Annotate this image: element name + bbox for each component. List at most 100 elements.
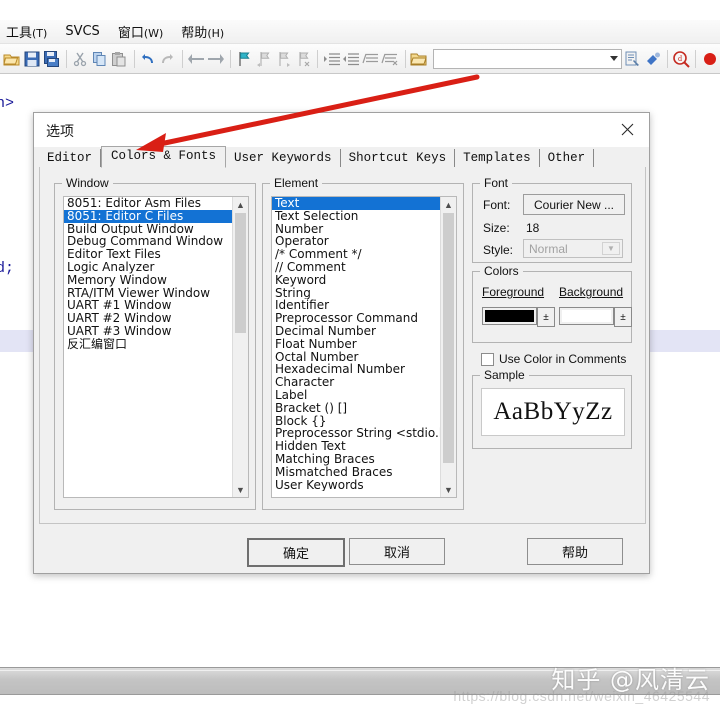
foreground-color-swatch [485, 310, 534, 322]
toolbar-combo[interactable] [433, 48, 622, 69]
list-item[interactable]: Build Output Window [64, 223, 233, 236]
list-item[interactable]: Decimal Number [272, 325, 441, 338]
foreground-color-dropdown[interactable]: ± [537, 307, 555, 327]
style-combobox[interactable]: Normal ▼ [523, 239, 623, 258]
debug-icon[interactable] [643, 48, 662, 70]
list-item[interactable]: 反汇编窗口 [64, 338, 233, 351]
list-item[interactable]: Preprocessor String <stdio.h> [272, 427, 441, 440]
font-group-legend: Font [480, 176, 513, 190]
list-item[interactable]: Bracket () [] [272, 402, 441, 415]
chevron-down-icon[interactable]: ▼ [602, 242, 620, 255]
list-item[interactable]: Hidden Text [272, 440, 441, 453]
back-icon[interactable] [187, 48, 206, 70]
menu-help[interactable]: 帮助(H) [181, 22, 224, 41]
indent-icon[interactable] [322, 48, 341, 70]
list-item[interactable]: RTA/ITM Viewer Window [64, 287, 233, 300]
foreground-color-well[interactable] [482, 307, 537, 325]
list-item[interactable]: Float Number [272, 338, 441, 351]
list-item[interactable]: Debug Command Window [64, 235, 233, 248]
list-item[interactable]: Logic Analyzer [64, 261, 233, 274]
list-item[interactable]: Octal Number [272, 351, 441, 364]
list-item[interactable]: Identifier [272, 299, 441, 312]
scroll-thumb[interactable] [443, 213, 454, 463]
dialog-body: Window 8051: Editor Asm Files 8051: Edit… [39, 167, 646, 524]
menu-window[interactable]: 窗口(W) [118, 22, 163, 41]
toolbar-separator [181, 49, 183, 68]
font-picker-button[interactable]: Courier New ... [523, 194, 625, 215]
use-color-in-comments-checkbox[interactable] [481, 353, 494, 366]
font-label: Font: [483, 198, 511, 212]
tab-templates[interactable]: Templates [455, 149, 540, 168]
list-item[interactable]: User Keywords [272, 479, 441, 492]
list-item[interactable]: UART #1 Window [64, 299, 233, 312]
element-group: Element Text Text Selection Number Opera… [262, 176, 464, 510]
list-item[interactable]: Mismatched Braces [272, 466, 441, 479]
bookmark-next-icon[interactable] [274, 48, 293, 70]
list-item[interactable]: Matching Braces [272, 453, 441, 466]
tab-user-keywords[interactable]: User Keywords [226, 149, 341, 168]
menu-tools[interactable]: 工具(T) [6, 22, 47, 41]
element-listbox[interactable]: Text Text Selection Number Operator /* C… [271, 196, 457, 498]
tab-shortcut-keys[interactable]: Shortcut Keys [341, 149, 456, 168]
bookmark-clear-icon[interactable] [294, 48, 313, 70]
scroll-up-icon[interactable]: ▲ [441, 197, 456, 212]
scroll-up-icon[interactable]: ▲ [233, 197, 248, 212]
list-item[interactable]: 8051: Editor C Files [64, 209, 233, 223]
list-item[interactable]: Operator [272, 235, 441, 248]
list-item[interactable]: Label [272, 389, 441, 402]
list-item[interactable]: Preprocessor Command [272, 312, 441, 325]
list-item[interactable]: Editor Text Files [64, 248, 233, 261]
list-item[interactable]: Text [272, 197, 441, 210]
scroll-down-icon[interactable]: ▼ [441, 482, 456, 497]
close-icon[interactable] [605, 113, 649, 146]
bookmark-prev-icon[interactable] [254, 48, 273, 70]
list-item[interactable]: UART #3 Window [64, 325, 233, 338]
open-folder-icon[interactable] [3, 48, 22, 70]
bookmark-toggle-icon[interactable] [235, 48, 254, 70]
copy-icon[interactable] [90, 48, 109, 70]
element-listbox-scrollbar[interactable]: ▲ ▼ [440, 197, 456, 497]
list-item[interactable]: Text Selection [272, 210, 441, 223]
forward-icon[interactable] [206, 48, 225, 70]
list-item[interactable]: String [272, 287, 441, 300]
font-group: Font Font: Courier New ... Size: 18 Styl… [472, 176, 632, 263]
help-button[interactable]: 帮助 [527, 538, 623, 565]
window-listbox-scrollbar[interactable]: ▲ ▼ [232, 197, 248, 497]
find-in-files-icon[interactable]: d [672, 48, 691, 70]
background-color-dropdown[interactable]: ± [614, 307, 632, 327]
tab-colors-and-fonts[interactable]: Colors & Fonts [101, 146, 227, 168]
uncomment-icon[interactable] [381, 48, 400, 70]
save-icon[interactable] [23, 48, 42, 70]
list-item[interactable]: Character [272, 376, 441, 389]
chevron-down-icon[interactable] [609, 55, 618, 61]
tab-editor[interactable]: Editor [39, 149, 102, 168]
open-project-icon[interactable] [410, 48, 429, 70]
list-item[interactable]: 8051: Editor Asm Files [64, 197, 233, 210]
window-listbox[interactable]: 8051: Editor Asm Files 8051: Editor C Fi… [63, 196, 249, 498]
list-item[interactable]: Block {} [272, 415, 441, 428]
save-all-icon[interactable] [42, 48, 61, 70]
tab-other[interactable]: Other [540, 149, 595, 168]
list-item[interactable]: Memory Window [64, 274, 233, 287]
build-icon[interactable] [624, 48, 643, 70]
list-item[interactable]: Hexadecimal Number [272, 363, 441, 376]
outdent-icon[interactable] [342, 48, 361, 70]
background-color-well[interactable] [559, 307, 614, 325]
ok-button[interactable]: 确定 [247, 538, 345, 567]
list-item[interactable]: Number [272, 223, 441, 236]
cut-icon[interactable] [71, 48, 90, 70]
redo-icon[interactable] [158, 48, 177, 70]
list-item[interactable]: UART #2 Window [64, 312, 233, 325]
record-icon[interactable] [700, 48, 719, 70]
scroll-down-icon[interactable]: ▼ [233, 482, 248, 497]
dialog-tab-strip: Editor Colors & Fonts User Keywords Shor… [39, 146, 644, 168]
comment-icon[interactable] [361, 48, 380, 70]
undo-icon[interactable] [139, 48, 158, 70]
cancel-button[interactable]: 取消 [349, 538, 445, 565]
list-item[interactable]: Keyword [272, 274, 441, 287]
paste-icon[interactable] [110, 48, 129, 70]
scroll-thumb[interactable] [235, 213, 246, 333]
menu-svcs[interactable]: SVCS [65, 24, 99, 39]
list-item[interactable]: /* Comment */ [272, 248, 441, 261]
list-item[interactable]: // Comment [272, 261, 441, 274]
